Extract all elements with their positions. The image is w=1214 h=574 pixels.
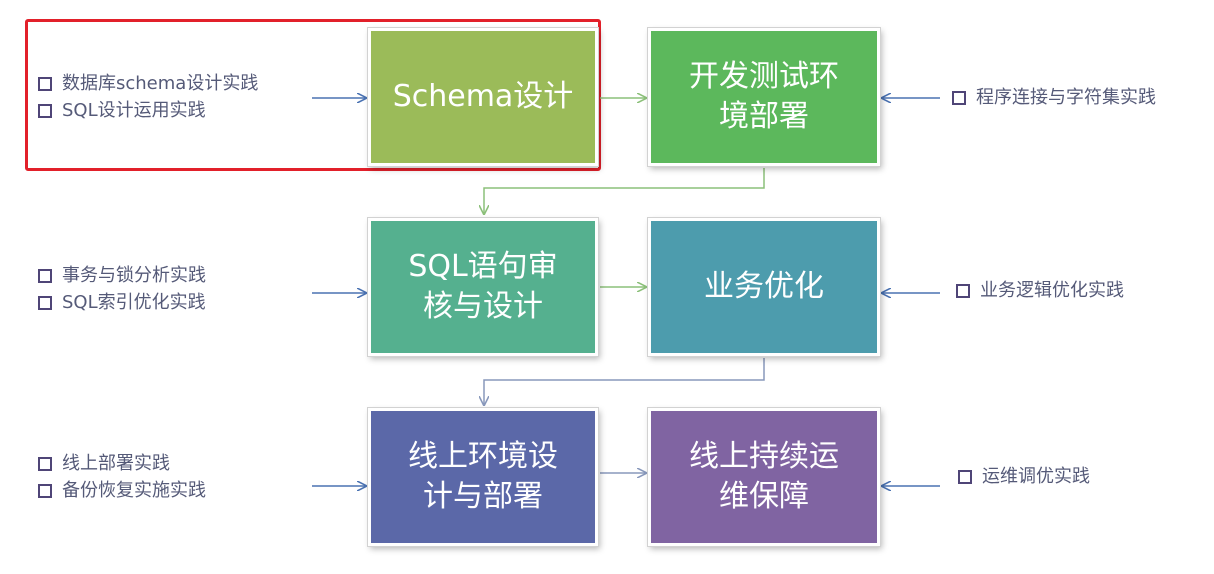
note-text: 业务逻辑优化实践	[980, 280, 1124, 301]
box-dev-env-line2: 境部署	[719, 99, 809, 134]
note-text: 运维调优实践	[982, 466, 1090, 487]
box-dev-env-text: 开发测试环 境部署	[689, 57, 839, 137]
note-text: 数据库schema设计实践	[62, 73, 259, 94]
box-ops-line1: 线上持续运	[689, 439, 839, 474]
note-text: 程序连接与字符集实践	[976, 87, 1156, 108]
box-ops: 线上持续运 维保障	[648, 408, 880, 546]
note-item: 线上部署实践	[38, 450, 206, 477]
arrow-business-to-online-env	[484, 358, 765, 405]
notes-business: 业务逻辑优化实践	[956, 277, 1124, 304]
box-sql-review-line2: 核与设计	[423, 289, 543, 324]
checkbox-bullet-icon	[38, 456, 52, 471]
box-online-env: 线上环境设 计与部署	[368, 408, 598, 546]
note-text: 备份恢复实施实践	[62, 480, 206, 501]
arrow-dev-env-to-sql-review	[484, 168, 765, 214]
notes-ops: 运维调优实践	[958, 463, 1090, 490]
checkbox-bullet-icon	[956, 283, 970, 298]
box-ops-line2: 维保障	[719, 479, 809, 514]
note-item: 事务与锁分析实践	[38, 262, 206, 289]
checkbox-bullet-icon	[38, 295, 52, 310]
box-business-opt: 业务优化	[648, 218, 880, 356]
notes-schema: 数据库schema设计实践 SQL设计运用实践	[38, 70, 258, 124]
box-online-env-line2: 计与部署	[423, 479, 543, 514]
note-item: SQL设计运用实践	[38, 97, 258, 124]
notes-online-env: 线上部署实践 备份恢复实施实践	[38, 450, 206, 504]
box-online-env-line1: 线上环境设	[408, 439, 558, 474]
box-schema-design: Schema设计	[368, 28, 598, 166]
box-online-env-text: 线上环境设 计与部署	[408, 437, 558, 517]
box-sql-review-text: SQL语句审 核与设计	[408, 247, 557, 327]
box-dev-env-line1: 开发测试环	[689, 59, 839, 94]
note-item: 程序连接与字符集实践	[952, 84, 1156, 111]
box-business-label: 业务优化	[704, 269, 824, 304]
note-item: 数据库schema设计实践	[38, 70, 258, 97]
box-ops-text: 线上持续运 维保障	[689, 437, 839, 517]
notes-sql-review: 事务与锁分析实践 SQL索引优化实践	[38, 262, 206, 316]
checkbox-bullet-icon	[38, 103, 52, 118]
checkbox-bullet-icon	[38, 483, 52, 498]
notes-dev-env: 程序连接与字符集实践	[952, 84, 1156, 111]
checkbox-bullet-icon	[958, 469, 972, 484]
note-item: SQL索引优化实践	[38, 289, 206, 316]
note-text: SQL设计运用实践	[62, 100, 206, 121]
process-diagram: Schema设计 开发测试环 境部署 SQL语句审 核与设计 业务优化 线上环境…	[0, 0, 1214, 574]
checkbox-bullet-icon	[38, 268, 52, 283]
box-sql-review-line1: SQL语句审	[408, 249, 558, 284]
checkbox-bullet-icon	[38, 76, 52, 91]
note-item: 运维调优实践	[958, 463, 1090, 490]
box-sql-review: SQL语句审 核与设计	[368, 218, 598, 356]
note-text: 线上部署实践	[62, 453, 170, 474]
note-text: SQL索引优化实践	[62, 292, 206, 313]
box-schema-label: Schema设计	[392, 79, 574, 114]
note-item: 业务逻辑优化实践	[956, 277, 1124, 304]
note-item: 备份恢复实施实践	[38, 477, 206, 504]
note-text: 事务与锁分析实践	[62, 265, 206, 286]
checkbox-bullet-icon	[952, 90, 966, 105]
box-dev-test-env: 开发测试环 境部署	[648, 28, 880, 166]
